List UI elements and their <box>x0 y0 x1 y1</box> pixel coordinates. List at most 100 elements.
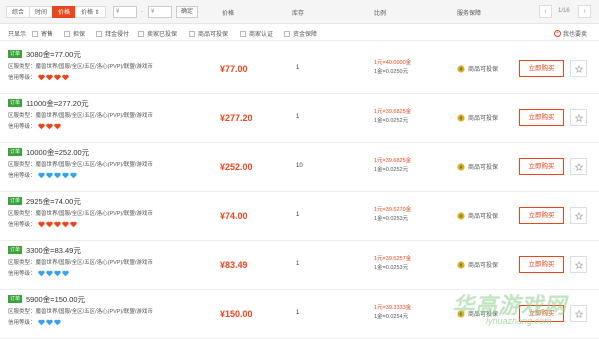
blue-heart-icon <box>53 172 61 179</box>
blue-heart-icon <box>45 319 53 326</box>
col-header-stock: 库存 <box>292 11 305 17</box>
listing-stock: 1 <box>296 310 300 316</box>
favorite-button[interactable] <box>570 158 587 175</box>
favorite-button[interactable] <box>570 60 587 77</box>
listing-row: 订单 2925金=74.00元区服类型：魔兽世界/国服/全区/五区/洛心(PVP)… <box>0 192 599 241</box>
exchange-ratio: 1元=39.5270金 1金=0.0253元 <box>374 206 411 224</box>
favorite-button[interactable] <box>570 256 587 273</box>
red-heart-icon <box>37 221 45 228</box>
favorite-button[interactable] <box>570 207 587 224</box>
red-heart-icon <box>37 74 45 81</box>
ratio-yuan-to-gold: 1元=39.6825金 <box>374 109 412 115</box>
checkbox-icon[interactable] <box>189 30 195 37</box>
region-info: 区服类型：魔兽世界/国服/全区/五区/洛心(PVP)/联盟/游戏币 <box>8 162 153 168</box>
checkbox-icon[interactable] <box>32 30 38 37</box>
listing-price: ¥252.00 <box>220 162 253 172</box>
checkbox-icon[interactable] <box>240 30 246 37</box>
ratio-yuan-to-gold: 1元=39.5270金 <box>374 207 412 213</box>
red-heart-icon <box>45 74 53 81</box>
insurance-icon <box>457 162 465 171</box>
listing-title[interactable]: 2925金=74.00元 <box>26 196 81 207</box>
plus-circle-icon: + <box>554 30 561 37</box>
sort-tab-price-asc[interactable]: 价格 <box>52 6 77 18</box>
listing-row: 订单 10000金=252.00元 区服类型：魔兽世界/国服/全区/五区/洛心(PV… <box>0 143 599 192</box>
order-tag: 订单 <box>8 50 23 58</box>
listing-title[interactable]: 3080金=77.00元 <box>26 49 81 60</box>
blue-heart-icon <box>37 172 45 179</box>
credit-level: 信用等级： <box>8 269 70 277</box>
checkbox-icon[interactable] <box>64 30 70 37</box>
price-min-input[interactable]: ¥ <box>113 6 137 18</box>
guarantee: 商品可投保 <box>457 211 498 220</box>
listing-title[interactable]: 11000金=277.20元 <box>26 98 89 109</box>
order-tag: 订单 <box>8 99 23 107</box>
exchange-ratio: 1元=40.0000金 1金=0.0250元 <box>374 59 411 77</box>
listing-row: 订单 11000金=277.20元区服类型：魔兽世界/国服/全区/五区/洛心(PV… <box>0 94 599 143</box>
col-header-guarantee: 服务保障 <box>457 11 482 17</box>
ratio-yuan-to-gold: 1元=40.0000金 <box>374 60 412 66</box>
region-info: 区服类型：魔兽世界/国服/全区/五区/洛心(PVP)/联盟/游戏币 <box>8 211 153 217</box>
filter-insurable[interactable]: 商品可投保 <box>189 29 228 38</box>
red-heart-icon <box>53 221 61 228</box>
region-info: 区服类型：魔兽世界/国服/全区/五区/洛心(PVP)/联盟/游戏币 <box>8 113 153 119</box>
insurance-icon <box>457 113 465 122</box>
filter-merchant-verified[interactable]: 商家认证 <box>240 29 273 38</box>
listing-title[interactable]: 3300金=83.49元 <box>26 245 81 256</box>
order-tag: 订单 <box>8 246 23 254</box>
credit-level: 信用等级： <box>8 171 78 179</box>
sort-tab-default[interactable]: 综合 <box>6 6 31 18</box>
checkbox-icon[interactable] <box>284 30 290 37</box>
buy-now-button[interactable]: 立即购买 <box>519 256 564 273</box>
favorite-button[interactable] <box>570 305 587 322</box>
buy-now-button[interactable]: 立即购买 <box>519 158 564 175</box>
filter-bar: 只显示 寄售 担保 拜金侵付 卖家已投保 商品可投保 商家认证 资金保障 + 我也… <box>0 25 599 41</box>
filter-escrow[interactable]: 担保 <box>64 29 85 38</box>
checkbox-icon[interactable] <box>96 30 102 37</box>
credit-level: 信用等级： <box>8 220 78 228</box>
ratio-gold-to-yuan: 1金=0.0252元 <box>374 118 409 124</box>
listing-stock: 1 <box>296 114 300 120</box>
order-tag: 订单 <box>8 197 23 205</box>
favorite-button[interactable] <box>570 109 587 126</box>
red-heart-icon <box>45 221 53 228</box>
sort-tab-time[interactable]: 时间 <box>29 6 54 18</box>
filter-fund-guarantee[interactable]: 资金保障 <box>284 29 317 38</box>
page-indicator: 1/16 <box>558 8 570 14</box>
sort-toolbar: 综合 时间 价格 价格 ⇕ ¥ - ¥ 确定 价格 库存 比例 服务保障 ‹ 1… <box>0 0 599 24</box>
price-confirm-button[interactable]: 确定 <box>176 6 199 18</box>
buy-now-button[interactable]: 立即购买 <box>519 109 564 126</box>
red-heart-icon <box>45 123 53 130</box>
listing-title[interactable]: 5900金=150.00元 <box>26 294 85 305</box>
ratio-gold-to-yuan: 1金=0.0250元 <box>374 69 409 75</box>
filter-compensation[interactable]: 拜金侵付 <box>96 29 129 38</box>
filter-label: 只显示 <box>8 32 27 38</box>
blue-heart-icon <box>37 319 45 326</box>
next-page-button[interactable]: › <box>578 5 591 18</box>
checkbox-icon[interactable] <box>138 30 144 37</box>
red-heart-icon <box>61 221 69 228</box>
listing-title[interactable]: 10000金=252.00元 <box>26 147 89 158</box>
order-tag: 订单 <box>8 295 23 303</box>
region-info: 区服类型：魔兽世界/国服/全区/五区/洛心(PVP)/联盟/游戏币 <box>8 309 153 315</box>
credit-level: 信用等级： <box>8 73 70 81</box>
sort-tab-price-toggle[interactable]: 价格 ⇕ <box>75 6 106 18</box>
listing-price: ¥77.00 <box>220 64 248 74</box>
prev-page-button[interactable]: ‹ <box>539 5 552 18</box>
blue-heart-icon <box>53 270 61 277</box>
filter-consign[interactable]: 寄售 <box>32 29 53 38</box>
ratio-yuan-to-gold: 1元=39.3333金 <box>374 305 412 311</box>
sell-link[interactable]: + 我也要卖 <box>554 29 587 38</box>
credit-level: 信用等级： <box>8 318 62 326</box>
region-info: 区服类型：魔兽世界/国服/全区/五区/洛心(PVP)/联盟/游戏币 <box>8 64 153 70</box>
blue-heart-icon <box>61 270 69 277</box>
blue-heart-icon <box>61 172 69 179</box>
buy-now-button[interactable]: 立即购买 <box>519 60 564 77</box>
listing-stock: 1 <box>296 212 300 218</box>
ratio-gold-to-yuan: 1金=0.0253元 <box>374 265 409 271</box>
filter-seller-insured[interactable]: 卖家已投保 <box>138 29 177 38</box>
insurance-icon <box>457 64 465 73</box>
price-max-input[interactable]: ¥ <box>148 6 172 18</box>
ratio-gold-to-yuan: 1金=0.0253元 <box>374 216 409 222</box>
listing-stock: 1 <box>296 65 300 71</box>
buy-now-button[interactable]: 立即购买 <box>519 207 564 224</box>
